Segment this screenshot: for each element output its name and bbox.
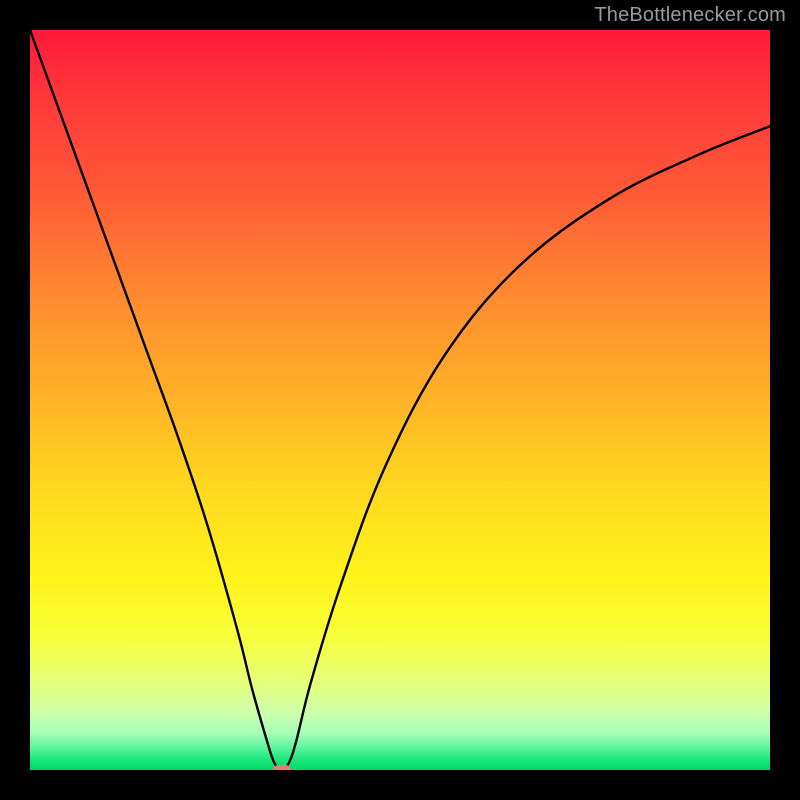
bottleneck-curve <box>30 30 770 770</box>
chart-frame: TheBottlenecker.com <box>0 0 800 800</box>
optimal-point-marker <box>273 765 291 770</box>
plot-area <box>30 30 770 770</box>
watermark-text: TheBottlenecker.com <box>594 4 786 27</box>
